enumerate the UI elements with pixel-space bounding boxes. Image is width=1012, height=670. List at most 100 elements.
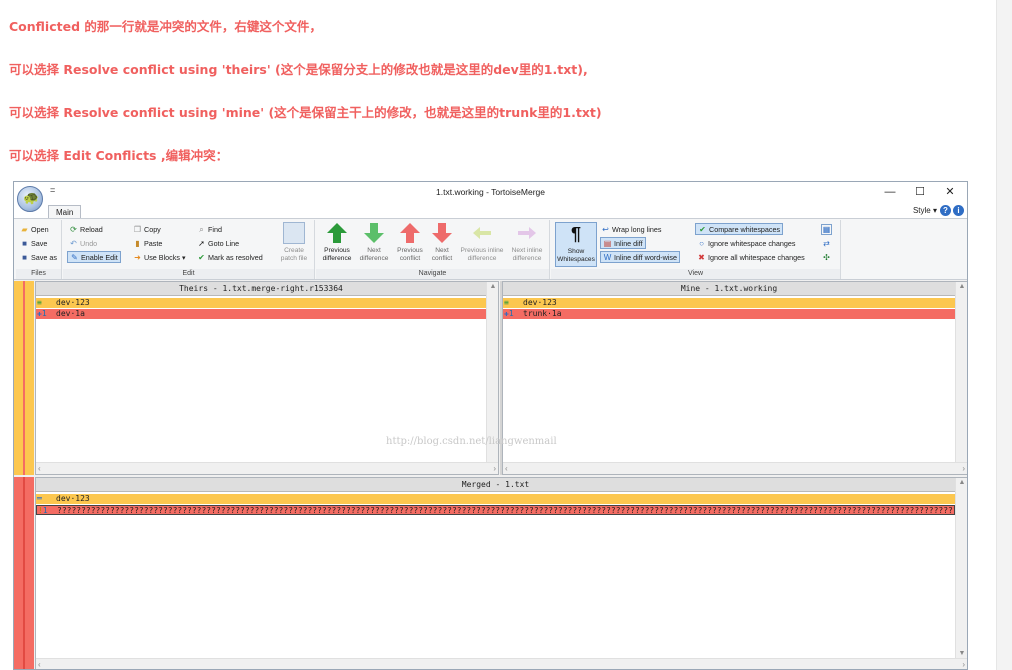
patch-file-icon (283, 222, 305, 244)
floppy-icon: ■ (22, 238, 27, 248)
maximize-button[interactable]: ☐ (905, 184, 935, 200)
info-icon[interactable]: i (953, 205, 964, 216)
use-blocks-button[interactable]: ➜ Use Blocks ▾ (133, 251, 185, 263)
mine-line: ✚1 trunk·1a (503, 309, 955, 319)
scroll-left-icon[interactable]: ‹ (505, 464, 508, 473)
scroll-up-icon[interactable]: ▲ (487, 283, 498, 290)
inline-diff-icon: ▤ (603, 238, 612, 248)
radio-icon: ○ (699, 238, 704, 248)
next-difference-button[interactable]: Next difference (356, 222, 392, 262)
collapse-icon: ✣ (823, 252, 830, 262)
copy-button[interactable]: ❐ Copy (133, 223, 161, 235)
minimize-button[interactable]: — (875, 184, 905, 200)
ignore-all-whitespace-radio[interactable]: ✖ Ignore all whitespace changes (697, 251, 805, 263)
arrow-down-red-icon (432, 223, 452, 243)
word-diff-icon: W (603, 252, 612, 262)
find-button[interactable]: ⌕ Find (197, 223, 222, 235)
note-line-1: Conflicted 的那一行就是冲突的文件，右键这个文件， (9, 19, 322, 34)
mine-pane[interactable]: Mine - 1.txt.working ≡ dev·123 ✚1 trunk·1a… (502, 281, 967, 475)
theirs-line: ✚1 dev·1a (36, 309, 486, 319)
help-icon[interactable]: ? (940, 205, 951, 216)
inline-diff-word-wise-button[interactable]: W Inline diff word-wise (600, 251, 680, 263)
merged-conflict-line[interactable]: !1??????????????????????????????????????… (36, 505, 955, 515)
pencil-icon: ✎ (71, 252, 78, 262)
close-button[interactable]: ✕ (935, 184, 965, 200)
compare-whitespaces-radio[interactable]: ✔ Compare whitespaces (695, 223, 784, 235)
goto-icon: ➚ (198, 238, 205, 248)
mark-resolved-button[interactable]: ✔ Mark as resolved (197, 251, 263, 263)
create-patch-button[interactable]: Create patch file (275, 222, 313, 262)
tab-main[interactable]: Main (48, 205, 82, 219)
mine-vertical-scrollbar[interactable]: ▲ (955, 282, 967, 462)
location-bar-bottom[interactable] (14, 477, 34, 669)
scroll-up-icon[interactable]: ▲ (956, 479, 967, 486)
undo-button[interactable]: ↶ Undo (69, 237, 97, 249)
note-line-2: 可以选择 Resolve conflict using 'theirs' (这个… (9, 62, 588, 77)
layout-icon: ▦ (821, 223, 832, 235)
merged-horizontal-scrollbar[interactable]: ‹ › (36, 658, 967, 669)
x-icon: ✖ (698, 252, 705, 262)
pilcrow-icon: ¶ (570, 224, 581, 244)
previous-inline-difference-button[interactable]: Previous inline difference (458, 222, 506, 262)
floppy-icon: ■ (22, 252, 27, 262)
folder-icon: ▰ (21, 224, 28, 234)
show-whitespaces-button[interactable]: ¶ Show Whitespaces (555, 222, 597, 267)
note-line-4: 可以选择 Edit Conflicts ,编辑冲突： (9, 148, 229, 163)
save-as-button[interactable]: ■ Save as (20, 251, 57, 263)
theirs-vertical-scrollbar[interactable]: ▲ (486, 282, 498, 462)
mine-horizontal-scrollbar[interactable]: ‹ › (503, 462, 967, 474)
app-menu-button[interactable]: 🐢 (17, 186, 43, 212)
swap-views-button[interactable]: ⇄ (822, 237, 831, 249)
theirs-line: ≡ dev·123 (36, 298, 486, 308)
title-bar: 🐢 = 1.txt.working - TortoiseMerge — ☐ ✕ (14, 182, 967, 212)
undo-icon: ↶ (70, 238, 77, 248)
merged-vertical-scrollbar[interactable]: ▲ ▼ (955, 478, 967, 658)
save-button[interactable]: ■ Save (20, 237, 47, 249)
goto-line-button[interactable]: ➚ Goto Line (197, 237, 239, 249)
scroll-right-icon[interactable]: › (493, 464, 496, 473)
reload-icon: ⟳ (70, 224, 77, 234)
scroll-left-icon[interactable]: ‹ (38, 464, 41, 473)
page-scrollbar[interactable] (996, 0, 1012, 670)
paste-button[interactable]: ▮ Paste (133, 237, 162, 249)
style-menu[interactable]: Style ▾ (913, 206, 937, 215)
search-icon: ⌕ (199, 224, 204, 234)
ignore-whitespace-changes-radio[interactable]: ○ Ignore whitespace changes (697, 237, 795, 249)
previous-difference-button[interactable]: Previous difference (318, 222, 356, 262)
checkmark-icon: ✔ (699, 224, 706, 234)
scroll-left-icon[interactable]: ‹ (38, 660, 41, 669)
arrow-down-green-icon (364, 223, 384, 243)
inline-right-arrow-icon (518, 227, 536, 239)
merged-pane[interactable]: Merged - 1.txt ═ dev·123 !1??????????????… (35, 477, 967, 669)
layout-toggle-button[interactable]: ▦ (821, 223, 832, 235)
swap-icon: ⇄ (823, 238, 830, 248)
wrap-long-lines-button[interactable]: ↩ Wrap long lines (601, 223, 661, 235)
window-title: 1.txt.working - TortoiseMerge (436, 187, 545, 197)
location-bar-top[interactable] (14, 281, 34, 475)
mine-line: ≡ dev·123 (503, 298, 955, 308)
group-label-files: Files (16, 269, 61, 279)
enable-edit-button[interactable]: ✎ Enable Edit (67, 251, 121, 263)
theirs-pane-title: Theirs - 1.txt.merge-right.r153364 (36, 282, 486, 296)
next-conflict-button[interactable]: Next conflict (426, 222, 458, 262)
group-view: ¶ Show Whitespaces ↩ Wrap long lines ▤ Inli… (551, 220, 841, 279)
app-logo-icon: 🐢 (23, 190, 40, 205)
inline-diff-button[interactable]: ▤ Inline diff (600, 237, 646, 249)
note-line-3: 可以选择 Resolve conflict using 'mine' (这个是保… (9, 105, 602, 120)
open-button[interactable]: ▰ Open (20, 223, 48, 235)
group-edit: ⟳ Reload ↶ Undo ✎ Enable Edit ❐ Copy ▮ Paste … (63, 220, 315, 279)
scroll-right-icon[interactable]: › (962, 464, 965, 473)
inline-left-arrow-icon (473, 227, 491, 239)
theirs-horizontal-scrollbar[interactable]: ‹ › (36, 462, 498, 474)
next-inline-difference-button[interactable]: Next inline difference (507, 222, 547, 262)
reload-button[interactable]: ⟳ Reload (69, 223, 103, 235)
collapse-button[interactable]: ✣ (822, 251, 831, 263)
previous-conflict-button[interactable]: Previous conflict (393, 222, 427, 262)
scroll-right-icon[interactable]: › (962, 660, 965, 669)
tortoisemerge-window: 🐢 = 1.txt.working - TortoiseMerge — ☐ ✕ … (13, 181, 968, 670)
scroll-up-icon[interactable]: ▲ (956, 283, 967, 290)
merged-line: ═ dev·123 (36, 494, 955, 504)
group-files: ▰ Open ■ Save ■ Save as Files (16, 220, 62, 279)
group-label-edit: Edit (63, 269, 314, 279)
scroll-down-icon[interactable]: ▼ (956, 650, 967, 657)
